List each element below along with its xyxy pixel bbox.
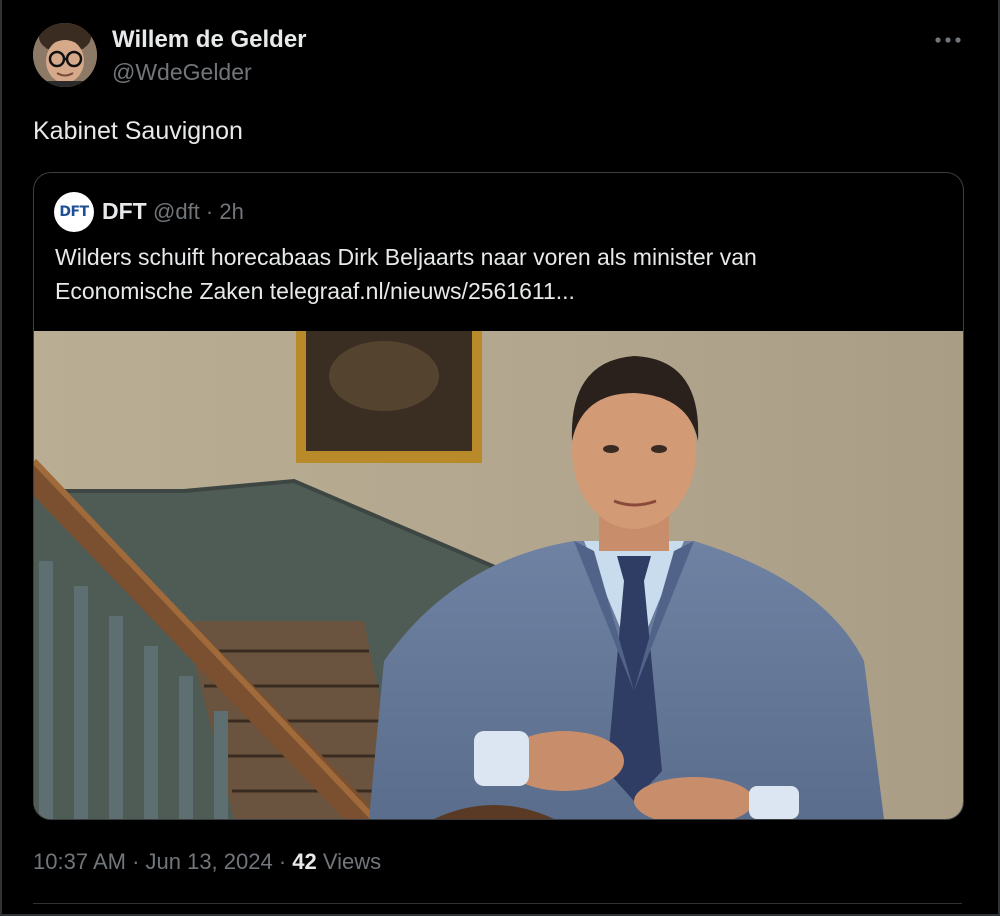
tweet-timestamp[interactable]: 10:37 AM · Jun 13, 2024 · — [33, 849, 292, 874]
more-options-button[interactable] — [930, 28, 966, 52]
quoted-author-name[interactable]: DFT — [102, 198, 147, 225]
author-avatar[interactable] — [33, 23, 97, 87]
views-count[interactable]: 42 — [292, 849, 316, 874]
tweet-metadata: 10:37 AM · Jun 13, 2024 · 42 Views — [33, 849, 381, 875]
tweet-text: Kabinet Sauvignon — [33, 117, 243, 145]
dft-logo: DFT — [59, 204, 89, 220]
author-name[interactable]: Willem de Gelder — [112, 26, 307, 54]
quoted-text-line2[interactable]: Economische Zaken telegraaf.nl/nieuws/25… — [55, 274, 935, 308]
author-handle[interactable]: @WdeGelder — [112, 59, 252, 86]
quoted-text: Wilders schuift horecabaas Dirk Beljaart… — [55, 240, 935, 308]
quoted-text-line1: Wilders schuift horecabaas Dirk Beljaart… — [55, 244, 757, 270]
avatar-photo-icon — [33, 23, 97, 87]
views-label[interactable]: Views — [317, 849, 381, 874]
quoted-photo[interactable] — [34, 331, 963, 819]
quoted-handle-time[interactable]: @dft · 2h — [153, 199, 244, 225]
news-photo-icon — [34, 331, 963, 819]
divider — [33, 903, 962, 904]
quoted-tweet-card[interactable]: DFT DFT @dft · 2h Wilders schuift horeca… — [33, 172, 964, 820]
quoted-avatar[interactable]: DFT — [54, 192, 94, 232]
more-horizontal-icon — [935, 37, 961, 43]
